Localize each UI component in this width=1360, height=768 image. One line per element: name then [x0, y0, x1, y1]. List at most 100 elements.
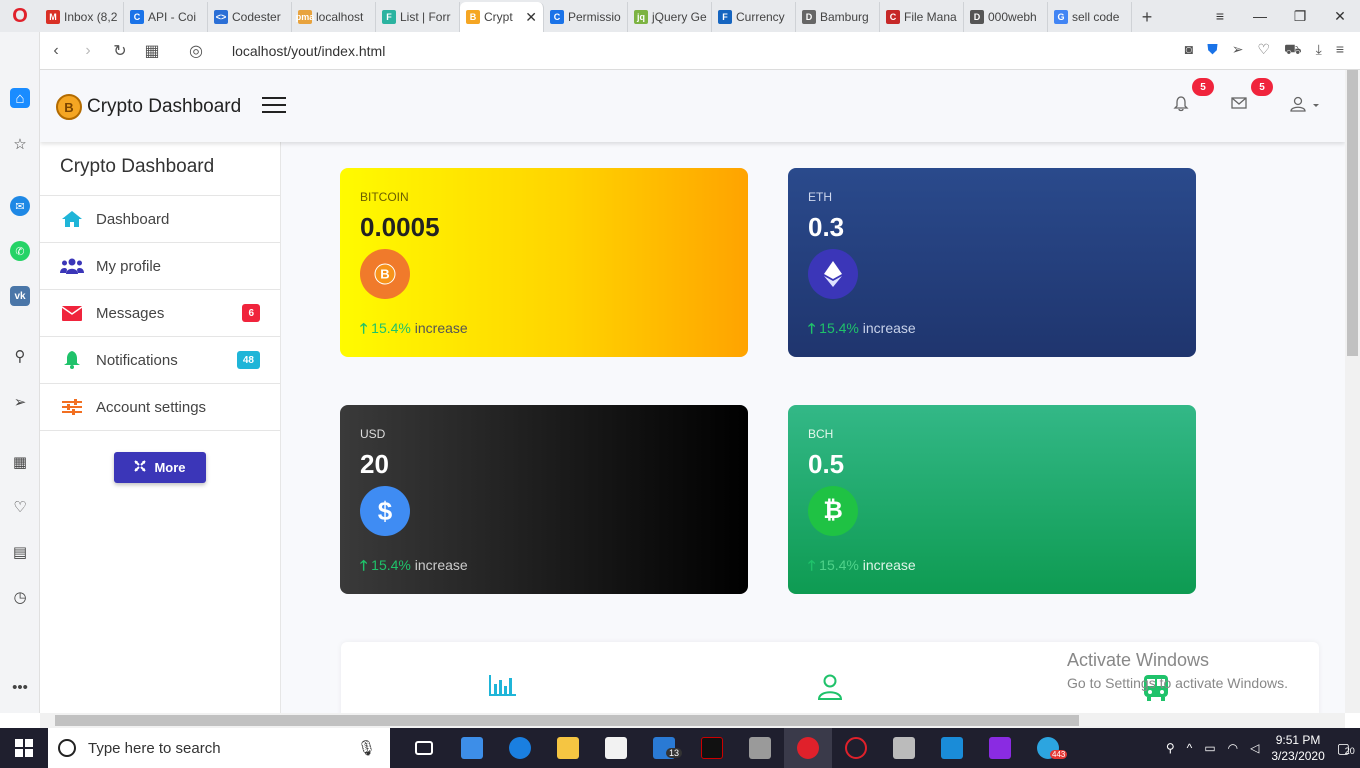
- folder-icon[interactable]: [544, 728, 592, 768]
- sliders-icon: [60, 397, 84, 417]
- user-menu-icon[interactable]: [1290, 96, 1322, 117]
- sidebar-item-account-settings[interactable]: Account settings: [40, 384, 280, 431]
- messenger-icon[interactable]: ✉: [10, 196, 30, 216]
- horizontal-scrollbar[interactable]: [40, 713, 1345, 728]
- browser-tab[interactable]: F List | Forr: [376, 2, 460, 32]
- file-explorer-pc-icon[interactable]: [448, 728, 496, 768]
- vk-icon[interactable]: vk: [10, 286, 30, 306]
- easy-setup-icon[interactable]: ⛟: [1284, 41, 1302, 60]
- more-icon[interactable]: •••: [10, 677, 30, 697]
- bch-card[interactable]: BCH 0.5 ₿ 🡑 15.4% increase: [788, 405, 1196, 594]
- calendar-app-icon[interactable]: [928, 728, 976, 768]
- volume-icon[interactable]: ◁: [1250, 741, 1259, 755]
- maximize-button[interactable]: ❐: [1280, 8, 1320, 25]
- eth-card[interactable]: ETH 0.3 🡑 15.4% increase: [788, 168, 1196, 357]
- battery-icon[interactable]: ▭: [1204, 741, 1215, 755]
- tab-favicon-icon: G: [1054, 10, 1068, 24]
- brand-title[interactable]: Crypto Dashboard: [87, 96, 241, 118]
- store-icon[interactable]: [592, 728, 640, 768]
- minimize-button[interactable]: —: [1240, 8, 1280, 24]
- news-icon[interactable]: ▤: [10, 542, 30, 562]
- browser-tab[interactable]: D 000webh: [964, 2, 1048, 32]
- mail-icon[interactable]: 13: [640, 728, 688, 768]
- home-icon[interactable]: ⌂: [10, 88, 30, 108]
- browser-tab[interactable]: <> Codester: [208, 2, 292, 32]
- screen: O M Inbox (8,2 C API - Coi <> Codester pma loca…: [0, 0, 1360, 768]
- browser-tab[interactable]: C Permissio: [544, 2, 628, 32]
- heart-icon[interactable]: ♡: [10, 497, 30, 517]
- action-center-icon[interactable]: ▢ 20: [1337, 740, 1355, 757]
- tabs-grid-icon[interactable]: ▦: [136, 41, 168, 61]
- url-field[interactable]: localhost/yout/index.html: [232, 43, 385, 59]
- opera-taskbar-icon[interactable]: [784, 728, 832, 768]
- windows-start-button[interactable]: [0, 728, 48, 768]
- browser-tab[interactable]: jq jQuery Ge: [628, 2, 712, 32]
- edge-icon[interactable]: [496, 728, 544, 768]
- more-button[interactable]: More: [114, 452, 206, 483]
- vertical-scrollbar[interactable]: [1345, 70, 1360, 713]
- whatsapp-icon[interactable]: ✆: [10, 241, 30, 261]
- microphone-icon[interactable]: 🎙: [357, 739, 376, 757]
- opera-gx-icon[interactable]: [832, 728, 880, 768]
- user-icon[interactable]: [817, 674, 843, 705]
- reload-button[interactable]: ↻: [104, 41, 136, 61]
- download-icon[interactable]: ⤓: [1316, 41, 1322, 60]
- phpstorm-icon[interactable]: [976, 728, 1024, 768]
- grid-icon[interactable]: ▦: [10, 452, 30, 472]
- tray-chevron-icon[interactable]: ^: [1187, 741, 1193, 755]
- card-label: ETH: [808, 190, 832, 204]
- tab-menu-icon[interactable]: ≡: [1200, 8, 1240, 24]
- bell-icon[interactable]: [1173, 96, 1189, 117]
- envelope-icon: [60, 303, 84, 323]
- card-change-label: increase: [862, 320, 916, 336]
- sidebar-item-my-profile[interactable]: My profile: [40, 243, 280, 290]
- browser-tab[interactable]: C File Mana: [880, 2, 964, 32]
- sidebar-item-messages[interactable]: Messages 6: [40, 290, 280, 337]
- settings-icon[interactable]: ≡: [1336, 41, 1344, 60]
- history-icon[interactable]: ◷: [10, 587, 30, 607]
- telegram-icon[interactable]: 443: [1024, 728, 1072, 768]
- heart-icon[interactable]: ♡: [1257, 41, 1270, 60]
- bar-chart-icon[interactable]: [489, 674, 517, 701]
- clock[interactable]: 9:51 PM 3/23/2020: [1271, 732, 1324, 764]
- browser-tab[interactable]: Gsell code: [1048, 2, 1132, 32]
- browser-tab[interactable]: B Crypt ✕: [460, 2, 544, 32]
- bitcoin-card[interactable]: BITCOIN 0.0005 B 🡑 15.4% increase: [340, 168, 748, 357]
- truck-app-icon[interactable]: [736, 728, 784, 768]
- tab-favicon-icon: F: [718, 10, 732, 24]
- task-view-icon[interactable]: [400, 728, 448, 768]
- bitcoin-cash-icon: ₿: [808, 486, 858, 536]
- windows-taskbar: Type here to search 🎙 13 443 ⚲ ^ ▭ ◠ ◁ 9…: [0, 728, 1360, 768]
- camera-icon[interactable]: ◙: [1185, 41, 1193, 60]
- browser-tab[interactable]: M Inbox (8,2: [40, 2, 124, 32]
- tab-label: 000webh: [988, 10, 1037, 24]
- send-icon[interactable]: ➢: [10, 392, 30, 412]
- envelope-icon[interactable]: [1231, 96, 1247, 115]
- forward-button[interactable]: ›: [72, 42, 104, 60]
- browser-tab[interactable]: C API - Coi: [124, 2, 208, 32]
- tab-favicon-icon: <>: [214, 10, 228, 24]
- star-icon[interactable]: ☆: [10, 134, 30, 154]
- sidebar-item-dashboard[interactable]: Dashboard: [40, 196, 280, 243]
- browser-tab[interactable]: pma localhost: [292, 2, 376, 32]
- back-button[interactable]: ‹: [40, 42, 72, 60]
- opera-logo-icon[interactable]: O: [0, 0, 40, 32]
- browser-tab[interactable]: D Bamburg: [796, 2, 880, 32]
- game-app-icon[interactable]: [880, 728, 928, 768]
- sidebar-item-notifications[interactable]: Notifications 48: [40, 337, 280, 384]
- browser-tab[interactable]: F Currency: [712, 2, 796, 32]
- hamburger-menu-icon[interactable]: [262, 97, 286, 113]
- wwf-app-icon[interactable]: [688, 728, 736, 768]
- wifi-icon[interactable]: ◠: [1228, 741, 1238, 755]
- shield-icon[interactable]: ⛊: [1207, 41, 1218, 60]
- dollar-icon: $: [360, 486, 410, 536]
- close-tab-icon[interactable]: ✕: [525, 9, 537, 26]
- usd-card[interactable]: USD 20 $ 🡑 15.4% increase: [340, 405, 748, 594]
- close-window-button[interactable]: ✕: [1320, 8, 1360, 25]
- people-icon[interactable]: ⚲: [1166, 741, 1175, 755]
- search-icon[interactable]: ⚲: [10, 346, 30, 366]
- taskbar-search-box[interactable]: Type here to search 🎙: [48, 728, 390, 768]
- action-center-badge: 20: [1344, 745, 1355, 756]
- send-icon[interactable]: ➢: [1232, 41, 1244, 60]
- new-tab-button[interactable]: +: [1132, 2, 1162, 32]
